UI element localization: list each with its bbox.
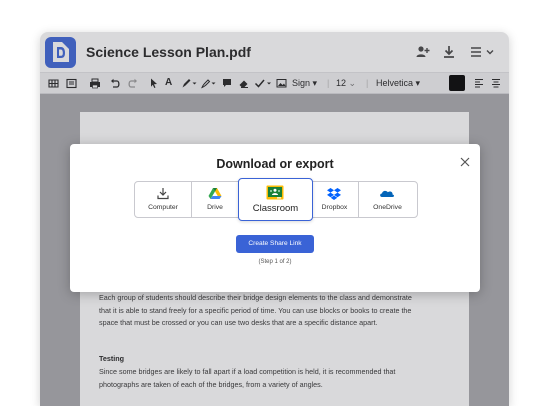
option-label: OneDrive <box>373 204 402 211</box>
google-classroom-icon <box>266 185 284 200</box>
create-share-link-button[interactable]: Create Share Link <box>236 235 314 253</box>
option-dropbox[interactable]: Dropbox <box>311 182 359 217</box>
option-classroom[interactable]: Classroom <box>238 178 313 221</box>
option-label: Computer <box>148 204 178 211</box>
option-label: Dropbox <box>321 204 348 211</box>
option-drive[interactable]: Drive <box>191 182 240 217</box>
google-drive-icon <box>208 188 222 199</box>
download-to-computer-icon <box>157 188 169 200</box>
option-label: Classroom <box>252 203 299 214</box>
onedrive-icon <box>380 190 394 197</box>
dialog-title: Download or export <box>216 157 334 171</box>
export-options: Computer Drive Classroom Dropbox OneDriv… <box>134 178 418 221</box>
option-computer[interactable]: Computer <box>135 182 192 217</box>
option-label: Drive <box>207 204 223 211</box>
dropbox-icon <box>327 188 341 200</box>
option-onedrive[interactable]: OneDrive <box>358 182 417 217</box>
close-icon[interactable] <box>460 154 470 167</box>
download-export-dialog: Download or export Computer Drive Classr… <box>70 144 480 292</box>
step-indicator: (Step 1 of 2) <box>258 259 292 265</box>
